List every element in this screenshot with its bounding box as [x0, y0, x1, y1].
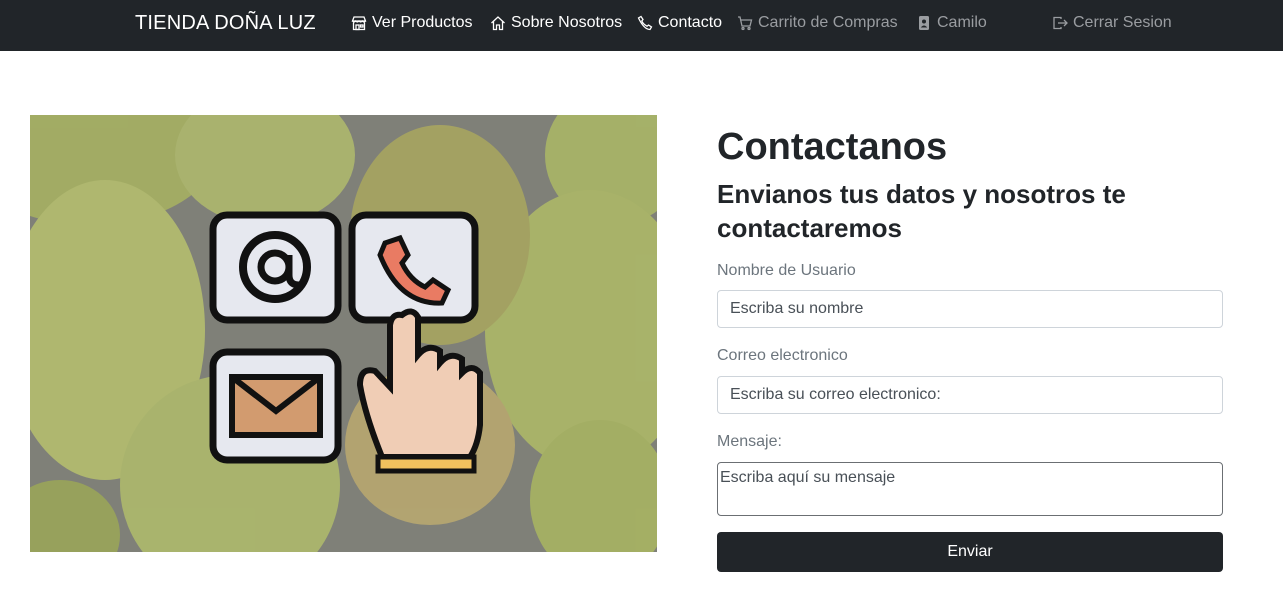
name-label: Nombre de Usuario	[717, 262, 856, 279]
email-label: Correo electronico	[717, 347, 848, 364]
message-textarea[interactable]	[717, 462, 1223, 516]
navbar: TIENDA DOÑA LUZ Ver Productos Sobre Noso…	[0, 0, 1283, 51]
person-badge-icon	[919, 16, 929, 30]
phone-tile-icon	[348, 211, 479, 324]
at-sign-icon	[209, 211, 342, 324]
submit-button[interactable]: Enviar	[717, 532, 1223, 572]
phone-icon	[637, 15, 653, 31]
nav-sobre-nosotros[interactable]: Sobre Nosotros	[490, 14, 622, 32]
nav-cerrar-sesion[interactable]: Cerrar Sesion	[1052, 14, 1172, 32]
store-icon	[351, 16, 367, 31]
envelope-icon	[209, 348, 342, 464]
name-input[interactable]	[717, 290, 1223, 328]
nav-carrito-label: Carrito de Compras	[758, 14, 898, 31]
message-label: Mensaje:	[717, 433, 782, 450]
logout-icon	[1053, 16, 1068, 30]
nav-contacto-label: Contacto	[658, 14, 723, 31]
contact-form: Contactanos Envianos tus datos y nosotro…	[717, 115, 1223, 572]
page-title: Contactanos	[717, 126, 948, 168]
nav-usuario[interactable]: Camilo	[916, 14, 987, 32]
nav-carrito[interactable]: Carrito de Compras	[737, 14, 898, 32]
nav-contacto[interactable]: Contacto	[637, 14, 722, 32]
cart-icon	[738, 16, 753, 31]
nav-ver-productos-label: Ver Productos	[372, 14, 473, 31]
page-subtitle: Envianos tus datos y nosotros te contact…	[717, 179, 1126, 243]
nav-cerrar-sesion-label: Cerrar Sesion	[1073, 14, 1172, 31]
nav-usuario-label: Camilo	[937, 14, 987, 31]
nav-sobre-nosotros-label: Sobre Nosotros	[511, 14, 623, 31]
house-icon	[491, 16, 505, 31]
brand-logo[interactable]: TIENDA DOÑA LUZ	[135, 12, 316, 35]
nav-ver-productos[interactable]: Ver Productos	[351, 14, 473, 32]
contact-hero-image	[30, 115, 657, 552]
email-input[interactable]	[717, 376, 1223, 414]
